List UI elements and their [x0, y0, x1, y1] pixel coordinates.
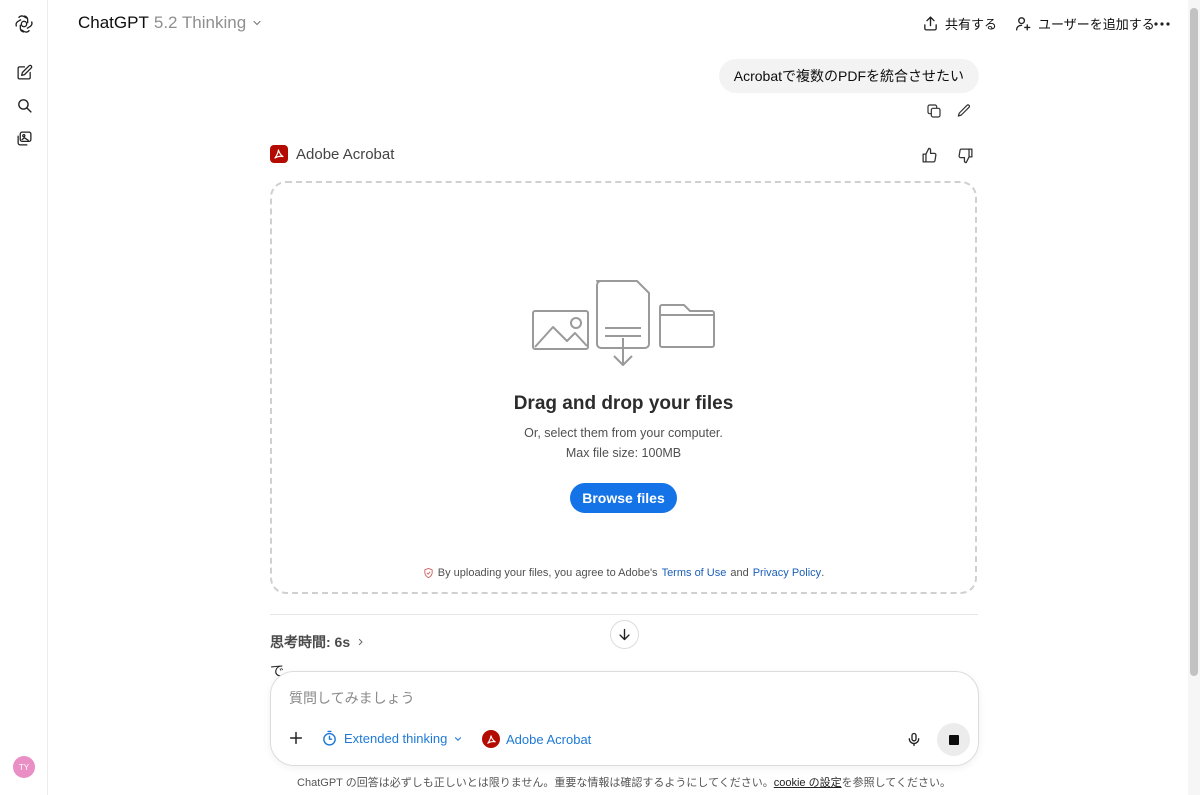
thumbs-up-icon[interactable] [919, 145, 939, 165]
acrobat-tool-chip[interactable]: Adobe Acrobat [482, 730, 591, 748]
thumbs-down-icon[interactable] [955, 145, 975, 165]
disclaimer-suffix: を参照してください。 [841, 777, 951, 789]
edit-icon[interactable] [954, 101, 974, 121]
search-icon[interactable] [12, 93, 36, 117]
disclaimer: ChatGPT の回答は必ずしも正しいとは限りません。重要な情報は確認するように… [0, 774, 1200, 790]
share-label: 共有する [945, 17, 998, 32]
arrow-down-icon [619, 628, 630, 641]
new-chat-icon[interactable] [12, 60, 36, 84]
user-message-text: Acrobatで複数のPDFを統合させたい [733, 68, 964, 84]
library-icon[interactable] [12, 126, 36, 150]
add-user-icon [1015, 17, 1031, 31]
dropzone-max-size: Max file size: 100MB [565, 446, 682, 460]
stop-generating-button[interactable] [937, 723, 970, 756]
shield-check-icon [424, 567, 433, 579]
share-icon [924, 16, 937, 31]
dropzone-title: Drag and drop your files [513, 393, 734, 414]
share-button[interactable]: 共有する [922, 14, 997, 33]
timer-icon [323, 730, 336, 746]
terms-prefix: By uploading your files, you agree to Ad… [437, 567, 658, 579]
extended-thinking-button[interactable]: Extended thinking [321, 730, 463, 747]
more-options-icon[interactable] [1152, 15, 1172, 33]
composer: Extended thinking Adobe Acrobat [270, 671, 979, 766]
add-user-button[interactable]: ユーザーを追加する [1014, 14, 1155, 33]
scrollbar-thumb[interactable] [1190, 8, 1198, 676]
chevron-right-icon [359, 638, 363, 646]
scrollbar[interactable] [1188, 0, 1200, 795]
scroll-down-button[interactable] [610, 620, 639, 649]
file-dropzone[interactable]: Drag and drop your files Or, select them… [270, 181, 977, 594]
avatar-initials: TY [18, 762, 30, 772]
file-upload-illustration [532, 280, 715, 366]
terms-notice: By uploading your files, you agree to Ad… [272, 567, 975, 579]
divider [270, 614, 978, 615]
add-attachment-button[interactable] [288, 730, 304, 746]
app-card-title: Adobe Acrobat [296, 145, 395, 163]
model-selector[interactable]: ChatGPT 5.2 Thinking [78, 13, 263, 33]
microphone-icon [908, 732, 920, 747]
add-user-label: ユーザーを追加する [1038, 17, 1155, 32]
privacy-policy-link[interactable]: Privacy Policy [753, 567, 821, 579]
app-name: ChatGPT [78, 13, 149, 32]
app-card-header: Adobe Acrobat [270, 145, 394, 163]
plus-icon [289, 731, 303, 745]
chat-input[interactable] [289, 686, 889, 710]
terms-suffix: . [821, 567, 825, 579]
extended-thinking-label: Extended thinking [344, 731, 448, 746]
cookie-settings-link[interactable]: cookie の設定 [774, 777, 842, 789]
sidebar-rail: TY [0, 0, 48, 795]
model-label: 5.2 Thinking [153, 13, 247, 32]
acrobat-logo-icon [270, 145, 288, 163]
microphone-button[interactable] [906, 731, 922, 748]
dropzone-subtitle: Or, select them from your computer. [524, 426, 723, 440]
user-message-bubble: Acrobatで複数のPDFを統合させたい [718, 59, 979, 93]
copy-icon[interactable] [924, 101, 944, 121]
browse-files-button[interactable]: Browse files [570, 483, 677, 513]
chevron-down-icon [455, 736, 462, 741]
chatgpt-logo-icon[interactable] [12, 12, 36, 36]
thinking-time-toggle[interactable]: 思考時間: 6s [270, 632, 365, 652]
terms-of-use-link[interactable]: Terms of Use [662, 567, 727, 579]
stop-icon [948, 734, 959, 745]
terms-and: and [730, 567, 749, 579]
chevron-down-icon [253, 20, 261, 26]
disclaimer-prefix: ChatGPT の回答は必ずしも正しいとは限りません。重要な情報は確認するように… [297, 777, 774, 789]
acrobat-tool-label: Adobe Acrobat [506, 731, 592, 747]
thinking-time-label: 思考時間: 6s [270, 634, 351, 650]
acrobat-logo-icon [482, 730, 500, 748]
